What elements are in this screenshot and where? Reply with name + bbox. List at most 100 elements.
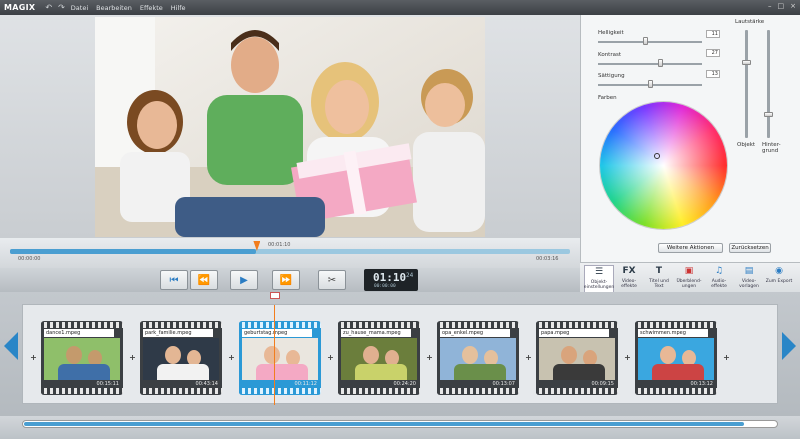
saturation-knob[interactable] — [648, 80, 653, 88]
clip-thumbnail — [242, 338, 318, 380]
menu-bar: MAGIX ↶ ↷ Datei Bearbeiten Effekte Hilfe… — [0, 0, 800, 15]
preview-image — [95, 17, 485, 237]
timeline-start: 00:00:00 — [18, 256, 41, 262]
scroll-right-arrow[interactable] — [782, 332, 796, 360]
contrast-label: Kontrast — [598, 52, 621, 58]
menu-item-datei[interactable]: Datei — [71, 4, 88, 12]
tab-video-templates[interactable]: ▤ Video-vorlagen — [734, 265, 764, 293]
color-wheel[interactable] — [600, 102, 727, 229]
go-to-start-button[interactable]: ⏮ — [160, 270, 188, 290]
tab-object-settings[interactable]: ☰ Objekt-einstellungen — [584, 265, 614, 293]
brightness-label: Helligkeit — [598, 30, 624, 36]
timeline-end: 00:03:16 — [536, 256, 559, 262]
menu-item-hilfe[interactable]: Hilfe — [171, 4, 186, 12]
tab-video-effects[interactable]: FX Video-effekte — [614, 265, 644, 293]
brightness-value[interactable]: 11 — [706, 30, 720, 38]
reset-button[interactable]: Zurücksetzen — [729, 243, 771, 253]
transition-icon: ▣ — [684, 266, 694, 276]
film-perforation — [140, 388, 222, 394]
clip-6[interactable]: papa.mpeg 00:09:15 — [536, 321, 618, 395]
clip-duration: 00:13:12 — [690, 381, 713, 387]
film-perforation — [338, 322, 420, 328]
fast-forward-button[interactable]: ⏩ — [272, 270, 300, 290]
close-icon[interactable]: × — [790, 2, 796, 10]
film-perforation — [635, 388, 717, 394]
tab-title-text[interactable]: T Titel und Text — [644, 265, 674, 293]
scrollbar-thumb[interactable] — [24, 422, 744, 426]
film-perforation — [437, 388, 519, 394]
insert-clip-button[interactable]: + — [29, 353, 38, 362]
contrast-slider[interactable] — [598, 63, 702, 65]
contrast-value[interactable]: 27 — [706, 49, 720, 57]
clip-1[interactable]: dance1.mpeg 00:15:11 — [41, 321, 123, 395]
more-actions-button[interactable]: Weitere Aktionen — [658, 243, 723, 253]
menu-item-bearbeiten[interactable]: Bearbeiten — [96, 4, 132, 12]
film-perforation — [41, 322, 123, 328]
clip-3[interactable]: geburtstag.mpeg 00:11:12 — [239, 321, 321, 395]
scroll-left-arrow[interactable] — [4, 332, 18, 360]
clip-duration: 00:15:11 — [96, 381, 119, 387]
tab-export[interactable]: ◉ Zum Export — [764, 265, 794, 293]
scrub-progress — [10, 249, 257, 254]
rewind-button[interactable]: ⏪ — [190, 270, 218, 290]
clip-name: papa.mpeg — [539, 329, 609, 337]
skip-start-icon: ⏮ — [169, 274, 179, 286]
insert-clip-button[interactable]: + — [128, 353, 137, 362]
insert-clip-button[interactable]: + — [227, 353, 236, 362]
time-main: 01:10 — [373, 271, 407, 284]
clip-duration: 00:24:20 — [393, 381, 416, 387]
film-perforation — [437, 322, 519, 328]
cut-button[interactable]: ✂ — [318, 270, 346, 290]
saturation-value[interactable]: 13 — [706, 70, 720, 78]
redo-icon[interactable]: ↷ — [58, 3, 65, 12]
background-volume-knob[interactable] — [764, 112, 773, 117]
background-volume-slider[interactable] — [767, 30, 770, 138]
clip-4[interactable]: zu_hause_mama.mpeg 00:24:20 — [338, 321, 420, 395]
insert-clip-button[interactable]: + — [623, 353, 632, 362]
clip-thumbnail — [539, 338, 615, 380]
clip-7[interactable]: schwimmen.mpeg 00:13:12 — [635, 321, 717, 395]
transport-controls: ⏮ ⏪ ▶ ⏩ ✂ 01:10 24 00:00:00 — [0, 268, 580, 292]
time-frames: 24 — [406, 272, 414, 279]
clip-strip: dance1.mpeg 00:15:11 + park_familie.mpeg 00:… — [22, 304, 778, 405]
clip-thumbnail — [143, 338, 219, 380]
colors-label: Farben — [598, 95, 617, 101]
audio-icon: ♫ — [714, 266, 724, 276]
storyboard-position-marker[interactable] — [270, 292, 280, 299]
panel-tabs: ☰ Objekt-einstellungen FX Video-effekte TT… — [580, 262, 800, 295]
contrast-knob[interactable] — [658, 59, 663, 67]
play-icon: ▶ — [240, 274, 248, 286]
window-controls: – □ × — [768, 2, 796, 10]
brightness-slider[interactable] — [598, 41, 702, 43]
undo-icon[interactable]: ↶ — [45, 3, 52, 12]
film-perforation — [338, 388, 420, 394]
export-icon: ◉ — [775, 266, 783, 276]
volume-label: Lautstärke — [735, 19, 765, 25]
insert-clip-button[interactable]: + — [326, 353, 335, 362]
clip-thumbnail — [341, 338, 417, 380]
tab-audio-effects[interactable]: ♫ Audio-effekte — [704, 265, 734, 293]
object-volume-knob[interactable] — [742, 60, 751, 65]
fx-icon: FX — [622, 266, 636, 276]
color-wheel-picker[interactable] — [654, 153, 660, 159]
tab-transitions[interactable]: ▣ Überblend-ungen — [674, 265, 704, 293]
storyboard-playhead-line — [274, 305, 275, 405]
insert-clip-button[interactable]: + — [524, 353, 533, 362]
film-perforation — [239, 322, 321, 328]
clip-2[interactable]: park_familie.mpeg 00:43:14 — [140, 321, 222, 395]
insert-clip-button[interactable]: + — [722, 353, 731, 362]
scrub-track[interactable] — [10, 249, 570, 254]
storyboard-scrollbar[interactable] — [22, 420, 778, 428]
app-logo: MAGIX — [4, 3, 36, 12]
clip-5[interactable]: opa_enkel.mpeg 00:13:07 — [437, 321, 519, 395]
minimize-icon[interactable]: – — [768, 2, 772, 10]
brightness-knob[interactable] — [643, 37, 648, 45]
insert-clip-button[interactable]: + — [425, 353, 434, 362]
maximize-icon[interactable]: □ — [778, 2, 785, 10]
clip-name: dance1.mpeg — [44, 329, 114, 337]
rewind-icon: ⏪ — [197, 274, 211, 286]
play-button[interactable]: ▶ — [230, 270, 258, 290]
clip-name: schwimmen.mpeg — [638, 329, 708, 337]
menu-item-effekte[interactable]: Effekte — [140, 4, 163, 12]
object-volume-slider[interactable] — [745, 30, 748, 138]
